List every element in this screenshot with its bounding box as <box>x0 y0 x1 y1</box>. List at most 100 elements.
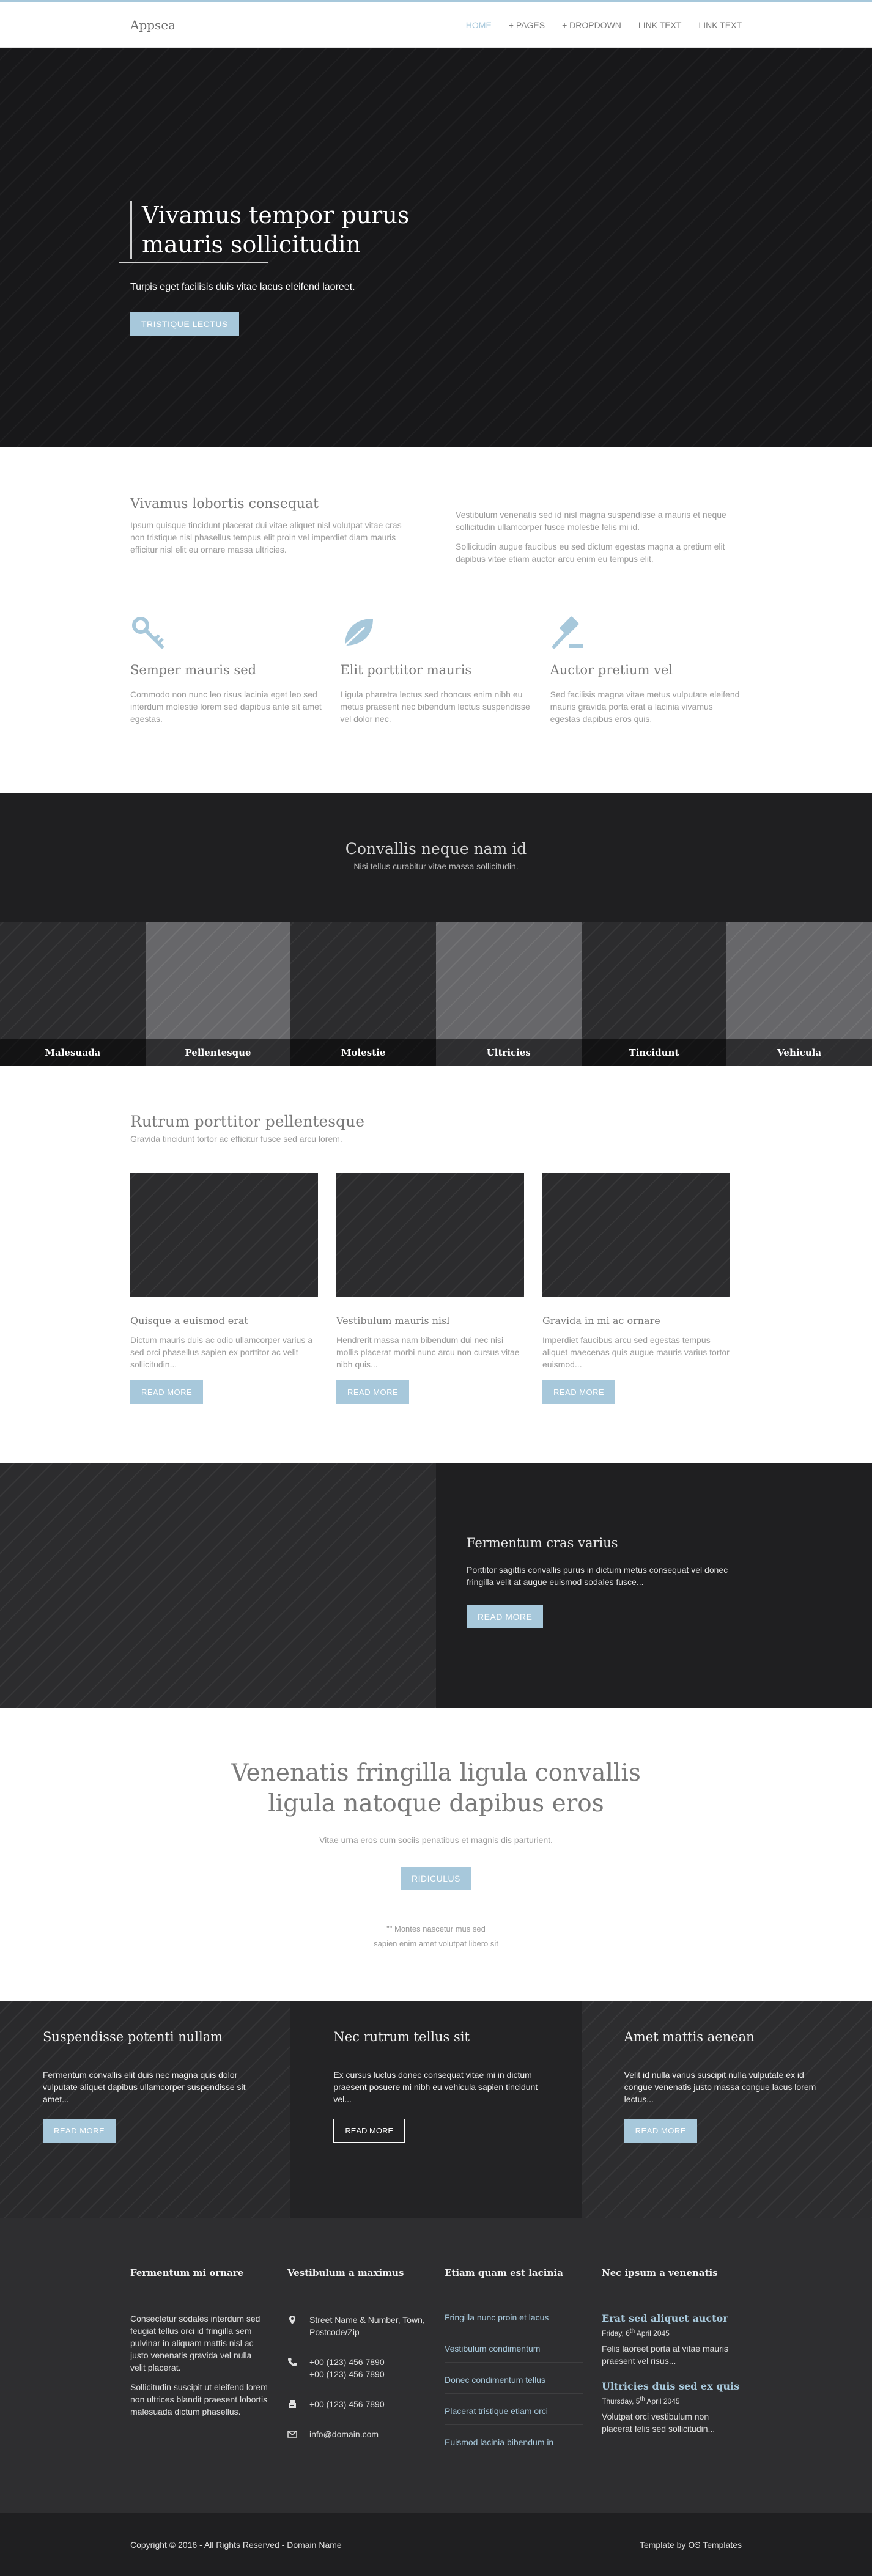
split-content: Fermentum cras varius Porttitor sagittis… <box>436 1463 872 1708</box>
news-date: Thursday, 5th April 2045 <box>602 2396 741 2405</box>
news-title[interactable]: Erat sed aliquet auctor <box>602 2313 741 2324</box>
nav-link-text-2[interactable]: LINK TEXT <box>698 20 742 30</box>
post-card: Gravida in mi ac ornare Imperdiet faucib… <box>542 1173 730 1404</box>
leaf-icon <box>344 619 374 647</box>
gallery-item[interactable]: Ultricies <box>435 922 582 1066</box>
map-marker-icon <box>289 2316 295 2324</box>
footer-link[interactable]: Donec condimentum tellus <box>445 2375 583 2394</box>
news-date-ordinal: th <box>629 2328 635 2335</box>
copyright-text: Copyright © 2016 - All Rights Reserved -… <box>130 2539 342 2550</box>
cta-note: "" Montes nascetur mus sed sapien enim a… <box>0 1922 872 1951</box>
gavel-icon <box>552 616 583 649</box>
posts-heading: Rutrum porttitor pellentesque <box>130 1113 365 1130</box>
footer-link[interactable]: Vestibulum condimentum <box>445 2344 583 2363</box>
fax-icon <box>289 2400 296 2408</box>
brand-logo[interactable]: Appsea <box>130 18 176 32</box>
intro-heading: Vivamus lobortis consequat <box>130 496 319 512</box>
triple-panels: Suspendisse potenti nullam Fermentum con… <box>0 2001 872 2218</box>
footer-news: Nec ipsum a venenatis Erat sed aliquet a… <box>602 2267 741 2468</box>
news-title[interactable]: Ultricies duis sed ex quis <box>602 2380 741 2392</box>
nav-dropdown[interactable]: + DROPDOWN <box>562 20 621 30</box>
panel-item: Amet mattis aenean Velit id nulla varius… <box>581 2001 872 2218</box>
cta-title: Venenatis fringilla ligula convallis lig… <box>0 1758 872 1819</box>
post-excerpt: Imperdiet faucibus arcu sed egestas temp… <box>542 1335 730 1369</box>
news-date-suffix: April 2045 <box>635 2329 670 2338</box>
contact-phone-number-1[interactable]: +00 (123) 456 7890 <box>309 2357 385 2367</box>
gallery-item-label: Molestie <box>290 1039 436 1066</box>
post-title[interactable]: Gravida in mi ac ornare <box>542 1315 730 1327</box>
footer-about-text-2: Sollicitudin suscipit ut eleifend lorem … <box>130 2382 268 2416</box>
gallery-item-label: Ultricies <box>435 1039 582 1066</box>
gallery-item[interactable]: Vehicula <box>726 922 872 1066</box>
hero-section: Vivamus tempor purus mauris sollicitudin… <box>0 48 872 447</box>
split-feature: Fermentum cras varius Porttitor sagittis… <box>0 1463 872 1708</box>
cta-button[interactable]: RIDICULUS <box>401 1867 471 1890</box>
panel-text: Fermentum convallis elit duis nec magna … <box>43 2070 246 2104</box>
cta-title-line-2: ligula natoque dapibus eros <box>268 1790 604 1817</box>
gallery-item[interactable]: Malesuada <box>0 922 146 1066</box>
gallery-item[interactable]: Molestie <box>290 922 436 1066</box>
footer-link[interactable]: Fringilla nunc proin et lacus <box>445 2313 583 2331</box>
intro-left-text: Ipsum quisque tincidunt placerat dui vit… <box>130 520 402 554</box>
contact-phone: +00 (123) 456 7890 +00 (123) 456 7890 <box>287 2355 426 2388</box>
hero-divider <box>119 262 268 263</box>
panel-read-more-button[interactable]: READ MORE <box>624 2119 697 2143</box>
footer: Fermentum mi ornare Consectetur sodales … <box>0 2218 872 2513</box>
footer-link[interactable]: Euismod lacinia bibendum in <box>445 2437 583 2456</box>
call-to-action: Venenatis fringilla ligula convallis lig… <box>0 1708 872 2001</box>
footer-about-text-1: Consectetur sodales interdum sed feugiat… <box>130 2314 260 2372</box>
news-date-prefix: Thursday, 5 <box>602 2397 640 2405</box>
read-more-button[interactable]: READ MORE <box>336 1380 410 1404</box>
post-image[interactable] <box>130 1173 318 1297</box>
news-date: Friday, 6th April 2045 <box>602 2328 741 2338</box>
post-image[interactable] <box>336 1173 524 1297</box>
hero-subtitle: Turpis eget facilisis duis vitae lacus e… <box>130 282 355 292</box>
feature-title: Auctor pretium vel <box>550 663 673 677</box>
band-subtitle: Nisi tellus curabitur vitae massa sollic… <box>353 861 519 871</box>
contact-fax: +00 (123) 456 7890 <box>287 2397 426 2418</box>
feature-item: Auctor pretium vel Sed facilisis magna v… <box>550 615 742 732</box>
contact-phone-number-2[interactable]: +00 (123) 456 7890 <box>309 2369 385 2379</box>
hero-title: Vivamus tempor purus mauris sollicitudin <box>142 201 442 259</box>
contact-phone-text: +00 (123) 456 7890 +00 (123) 456 7890 <box>309 2356 385 2380</box>
hero-title-line-1: Vivamus tempor purus <box>142 202 410 229</box>
key-icon <box>132 617 164 649</box>
read-more-button[interactable]: READ MORE <box>542 1380 616 1404</box>
contact-email-text[interactable]: info@domain.com <box>309 2428 379 2440</box>
post-title[interactable]: Vestibulum mauris nisl <box>336 1315 524 1327</box>
gallery-item[interactable]: Pellentesque <box>145 922 291 1066</box>
read-more-button[interactable]: READ MORE <box>130 1380 204 1404</box>
contact-email: info@domain.com <box>287 2427 426 2448</box>
panel-read-more-button[interactable]: READ MORE <box>333 2119 405 2143</box>
panel-title: Nec rutrum tellus sit <box>333 2030 470 2044</box>
news-text: Volutpat orci vestibulum non placerat fe… <box>602 2412 715 2434</box>
post-image[interactable] <box>542 1173 730 1297</box>
panel-read-more-button[interactable]: READ MORE <box>43 2119 116 2143</box>
footer-links: Etiam quam est lacinia Fringilla nunc pr… <box>445 2267 583 2468</box>
template-credit[interactable]: Template by OS Templates <box>640 2540 742 2550</box>
nav-link-text-1[interactable]: LINK TEXT <box>638 20 682 30</box>
split-read-more-button[interactable]: READ MORE <box>467 1605 544 1628</box>
nav-pages[interactable]: + PAGES <box>509 20 545 30</box>
feature-title: Elit porttitor mauris <box>340 663 472 677</box>
posts-section: Rutrum porttitor pellentesque Gravida ti… <box>0 1066 872 1463</box>
nav-home[interactable]: HOME <box>466 20 492 30</box>
post-title[interactable]: Quisque a euismod erat <box>130 1315 318 1327</box>
panel-title: Amet mattis aenean <box>624 2030 755 2044</box>
footer-link[interactable]: Placerat tristique etiam orci <box>445 2406 583 2425</box>
posts-subheading: Gravida tincidunt tortor ac efficitur fu… <box>130 1134 342 1144</box>
features-row: Semper mauris sed Commodo non nunc leo r… <box>130 615 742 732</box>
gallery-item-label: Malesuada <box>0 1039 146 1066</box>
hero-button[interactable]: TRISTIQUE LECTUS <box>130 312 239 336</box>
panel-title: Suspendisse potenti nullam <box>43 2030 223 2044</box>
post-excerpt: Hendrerit massa nam bibendum dui nec nis… <box>336 1335 520 1369</box>
footer-contact: Vestibulum a maximus Street Name & Numbe… <box>287 2267 426 2468</box>
news-date-prefix: Friday, 6 <box>602 2329 630 2338</box>
cta-note-line-1: "" Montes nascetur mus sed <box>386 1924 486 1934</box>
envelope-icon <box>287 2431 297 2438</box>
footer-heading: Nec ipsum a venenatis <box>602 2267 718 2278</box>
news-date-suffix: April 2045 <box>645 2397 680 2405</box>
panel-item: Suspendisse potenti nullam Fermentum con… <box>0 2001 291 2218</box>
gallery-item[interactable]: Tincidunt <box>581 922 727 1066</box>
footer-about: Fermentum mi ornare Consectetur sodales … <box>130 2267 269 2468</box>
